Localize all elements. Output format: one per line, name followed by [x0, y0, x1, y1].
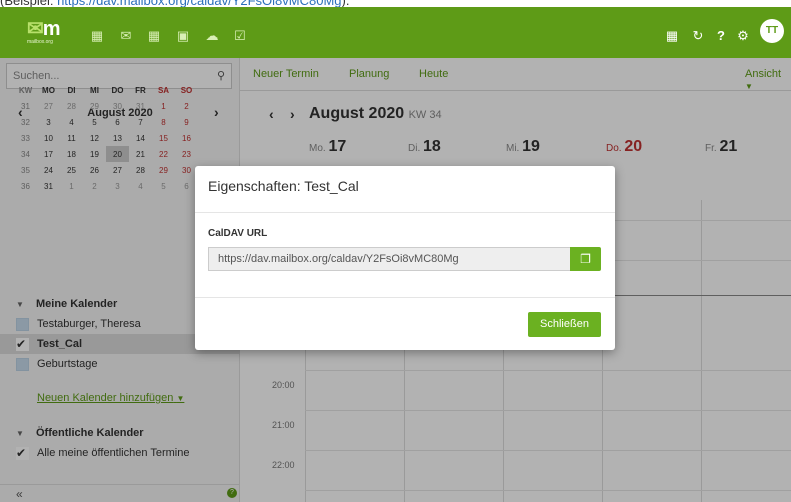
logo-envelope-icon: ✉ [27, 18, 44, 40]
calendar-properties-dialog: Eigenschaften: Test_Cal CalDAV URL https… [195, 166, 615, 350]
logo-mark: m [42, 18, 61, 40]
caldav-url-label: CalDAV URL [208, 228, 268, 239]
top-bar: ✉m mailbox.org ▦ ✉ ▦ ▣ ☁ ☑ ▦ ↻ ? ⚙ TT [0, 7, 791, 58]
apps-grid-icon[interactable]: ▦ [664, 29, 680, 43]
portal-icon[interactable]: ▦ [89, 29, 105, 43]
tasks-icon[interactable]: ☑ [232, 29, 248, 43]
calendar-icon[interactable]: ▦ [146, 29, 162, 43]
mailbox-logo[interactable]: ✉m mailbox.org [27, 19, 63, 49]
divider [195, 297, 615, 298]
copy-icon[interactable]: ❐ [570, 247, 601, 271]
close-button[interactable]: Schließen [528, 312, 601, 337]
avatar[interactable]: TT [760, 19, 784, 43]
help-icon[interactable]: ? [713, 29, 729, 43]
dialog-title: Eigenschaften: Test_Cal [208, 178, 359, 194]
caldav-url-field[interactable]: https://dav.mailbox.org/caldav/Y2FsOi8vM… [208, 247, 570, 271]
divider [195, 212, 615, 213]
contacts-icon[interactable]: ▣ [175, 29, 191, 43]
refresh-icon[interactable]: ↻ [690, 29, 706, 43]
settings-icon[interactable]: ⚙ [735, 29, 751, 43]
drive-icon[interactable]: ☁ [204, 29, 220, 43]
mail-icon[interactable]: ✉ [118, 29, 134, 43]
caption-text: (Beispiel: https://dav.mailbox.org/calda… [0, 0, 349, 8]
